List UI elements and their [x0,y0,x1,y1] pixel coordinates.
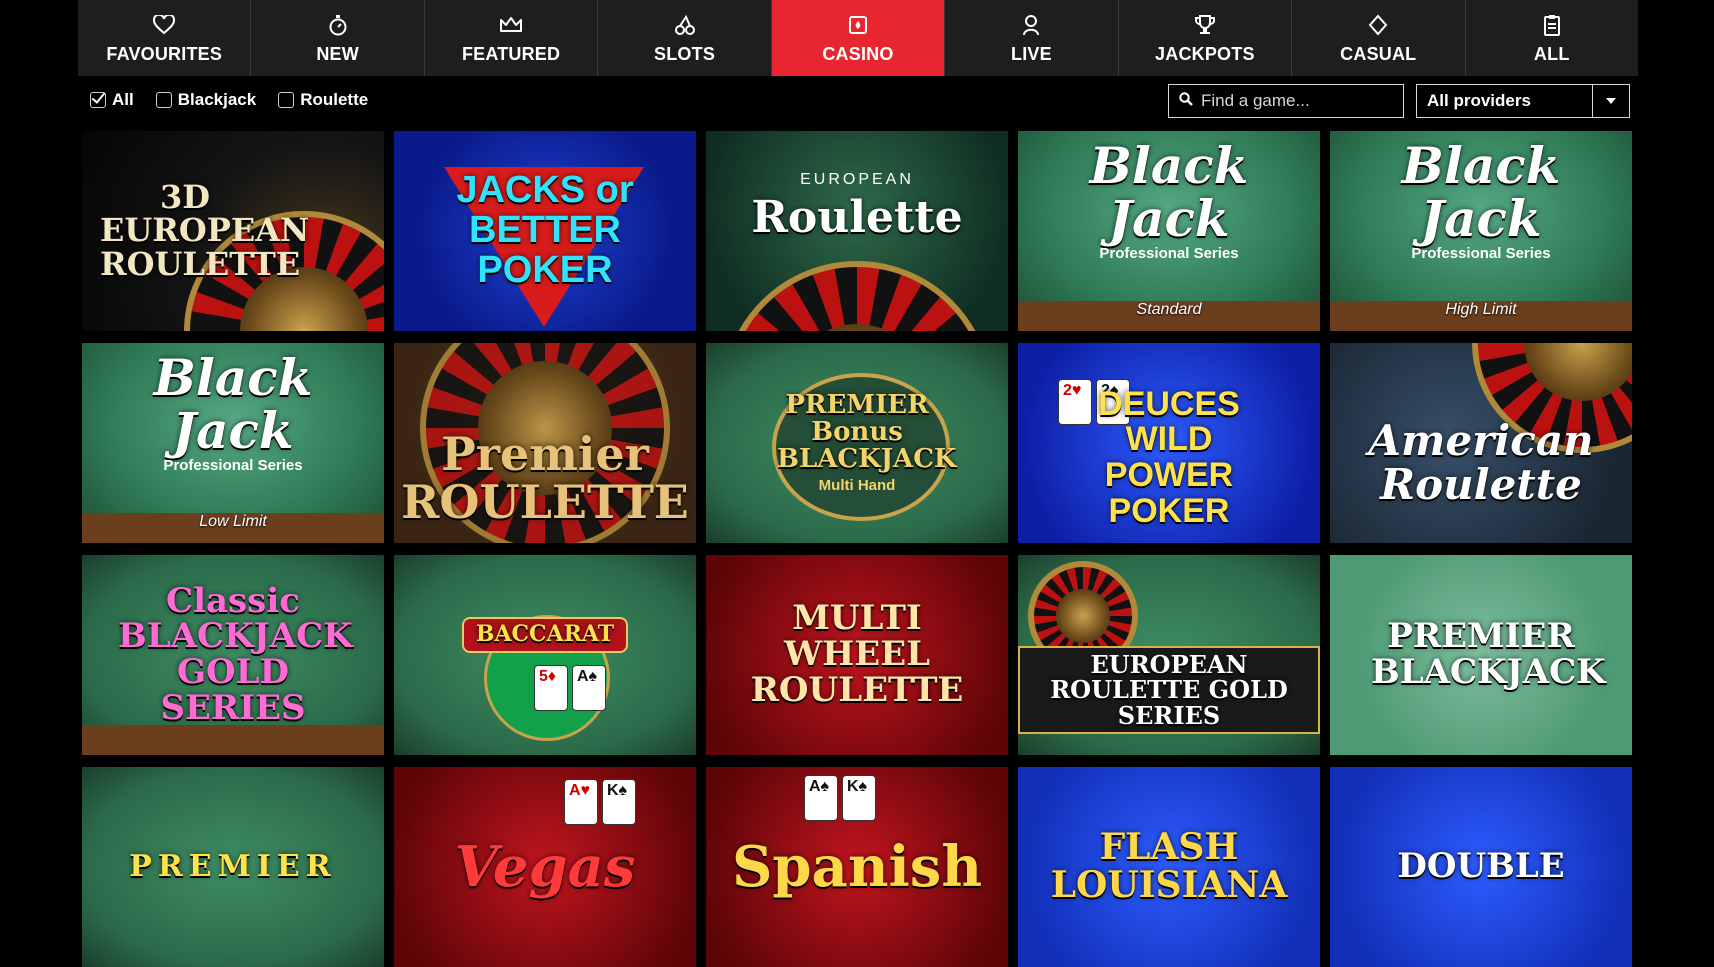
game-tile-american-roulette[interactable]: American Roulette [1330,343,1632,543]
game-tile-double[interactable]: DOUBLE [1330,767,1632,967]
search-icon [1179,91,1193,111]
game-title: EUROPEAN ROULETTE GOLD SERIES [1018,646,1320,734]
filter-label: All [112,90,134,109]
game-title: JACKS or BETTER POKER [456,169,634,291]
nav-tab-jackpots[interactable]: JACKPOTS [1118,0,1293,76]
game-overline: EUROPEAN [800,170,914,188]
game-tile-premier[interactable]: PREMIER [82,767,384,967]
game-tagline: Professional Series [163,457,303,474]
diamond-icon [1365,12,1391,38]
game-tagline: Professional Series [1099,245,1239,262]
game-tile-baccarat[interactable]: BACCARAT 5♦ A♠ [394,555,696,755]
clipboard-icon [1539,12,1565,38]
filter-roulette[interactable]: Roulette [278,90,368,110]
checkbox-icon[interactable] [278,92,295,108]
checkbox-icon[interactable] [155,92,172,108]
playing-cards-icon: A♥ K♠ [564,779,636,825]
filter-all[interactable]: All [90,90,134,110]
roulette-wheel-icon [722,261,992,331]
nav-tab-new[interactable]: NEW [251,0,425,76]
filter-label: Roulette [300,90,369,109]
game-tile-classic-blackjack-gold[interactable]: Classic BLACKJACK GOLD SERIES [82,555,384,755]
category-nav: FAVOURITES NEW FEATURED SLOTS CASINO LIV… [78,0,1638,76]
checkbox-checked-icon[interactable] [90,92,106,108]
crown-icon [498,12,524,38]
caret-down-icon[interactable] [1592,85,1629,117]
game-title: Black Jack [153,348,313,460]
nav-tab-all[interactable]: ALL [1465,0,1638,76]
nav-tab-casual[interactable]: CASUAL [1292,0,1466,76]
nav-tab-casino[interactable]: CASINO [771,0,946,76]
game-title: PREMIER [129,849,337,885]
table-edge [82,725,384,755]
nav-tab-favourites[interactable]: FAVOURITES [78,0,252,76]
cards-icon [845,12,871,38]
game-title: American Roulette [1368,415,1594,509]
filter-label: Blackjack [177,90,257,109]
filter-blackjack[interactable]: Blackjack [155,90,257,110]
game-tagline: Professional Series [1411,245,1551,262]
game-tile-louisiana[interactable]: FLASH LOUISIANA [1018,767,1320,967]
nav-label: NEW [316,43,359,64]
game-title: Spanish [731,833,983,900]
game-type-filters: All Blackjack Roulette [90,90,368,110]
nav-label: ALL [1533,43,1570,64]
game-title: Black Jack [1401,136,1561,248]
game-tile-blackjack-low-limit[interactable]: Black Jack Professional Series Low Limit [82,343,384,543]
trophy-icon [1192,12,1218,38]
nav-label: JACKPOTS [1155,43,1255,64]
game-tile-vegas[interactable]: A♥ K♠ Vegas [394,767,696,967]
playing-cards-icon: A♠ K♠ [804,775,876,821]
stopwatch-icon [325,12,351,38]
game-tile-premier-blackjack[interactable]: PREMIER BLACKJACK [1330,555,1632,755]
provider-select[interactable]: All providers [1416,84,1630,118]
game-tile-premier-bonus-blackjack[interactable]: PREMIER Bonus BLACKJACK Multi Hand [706,343,1008,543]
nav-label: FAVOURITES [106,43,223,64]
provider-selected-value: All providers [1427,91,1531,110]
game-tile-european-roulette-gold[interactable]: EUROPEAN ROULETTE GOLD SERIES [1018,555,1320,755]
heart-icon [151,12,177,38]
game-search[interactable] [1168,84,1404,118]
game-variant: Multi Hand [818,477,896,495]
nav-tab-live[interactable]: LIVE [945,0,1119,76]
casino-lobby: FAVOURITES NEW FEATURED SLOTS CASINO LIV… [0,0,1714,967]
game-tile-european-roulette[interactable]: EUROPEAN Roulette [706,131,1008,331]
game-title: DOUBLE [1397,846,1565,887]
game-tile-3d-european-roulette[interactable]: 3D EUROPEAN ROULETTE [82,131,384,331]
game-title: Roulette [751,191,963,243]
game-title: PREMIER BLACKJACK [1371,616,1606,692]
game-title: FLASH LOUISIANA [1050,826,1288,906]
game-title: Black Jack [1089,136,1249,248]
game-title: DEUCES WILD POWER POKER [1098,384,1240,530]
game-title: Premier ROULETTE [401,426,689,529]
nav-label: CASUAL [1340,43,1417,64]
game-variant: High Limit [1445,301,1517,318]
nav-label: FEATURED [461,43,561,64]
game-tile-multi-wheel-roulette[interactable]: MULTI WHEEL ROULETTE [706,555,1008,755]
game-title: Classic BLACKJACK GOLD SERIES [118,580,353,728]
game-variant: Low Limit [199,513,267,530]
game-tile-jacks-or-better[interactable]: JACKS or BETTER POKER [394,131,696,331]
game-title: MULTI WHEEL ROULETTE [750,598,964,710]
game-title: PREMIER Bonus BLACKJACK [777,389,957,475]
dealer-icon [1018,12,1044,38]
game-title: Vegas [454,833,636,900]
cherries-icon [672,12,698,38]
game-tile-blackjack-high-limit[interactable]: Black Jack Professional Series High Limi… [1330,131,1632,331]
nav-tab-slots[interactable]: SLOTS [598,0,772,76]
nav-tab-featured[interactable]: FEATURED [424,0,599,76]
playing-cards-icon: 5♦ A♠ [534,665,606,711]
game-tile-blackjack-standard[interactable]: Black Jack Professional Series Standard [1018,131,1320,331]
nav-label: CASINO [822,43,894,64]
nav-label: LIVE [1011,43,1052,64]
game-grid: 3D EUROPEAN ROULETTE JACKS or BETTER POK… [82,131,1632,967]
game-tile-deuces-wild-power-poker[interactable]: 2♥ 2♠ DEUCES WILD POWER POKER [1018,343,1320,543]
game-title: BACCARAT [461,617,629,653]
game-variant: Standard [1136,301,1202,318]
game-tile-spanish[interactable]: A♠ K♠ Spanish [706,767,1008,967]
search-input[interactable] [1199,90,1383,112]
game-tile-premier-roulette[interactable]: Premier ROULETTE [394,343,696,543]
game-title: 3D EUROPEAN ROULETTE [100,177,310,283]
nav-label: SLOTS [654,43,716,64]
